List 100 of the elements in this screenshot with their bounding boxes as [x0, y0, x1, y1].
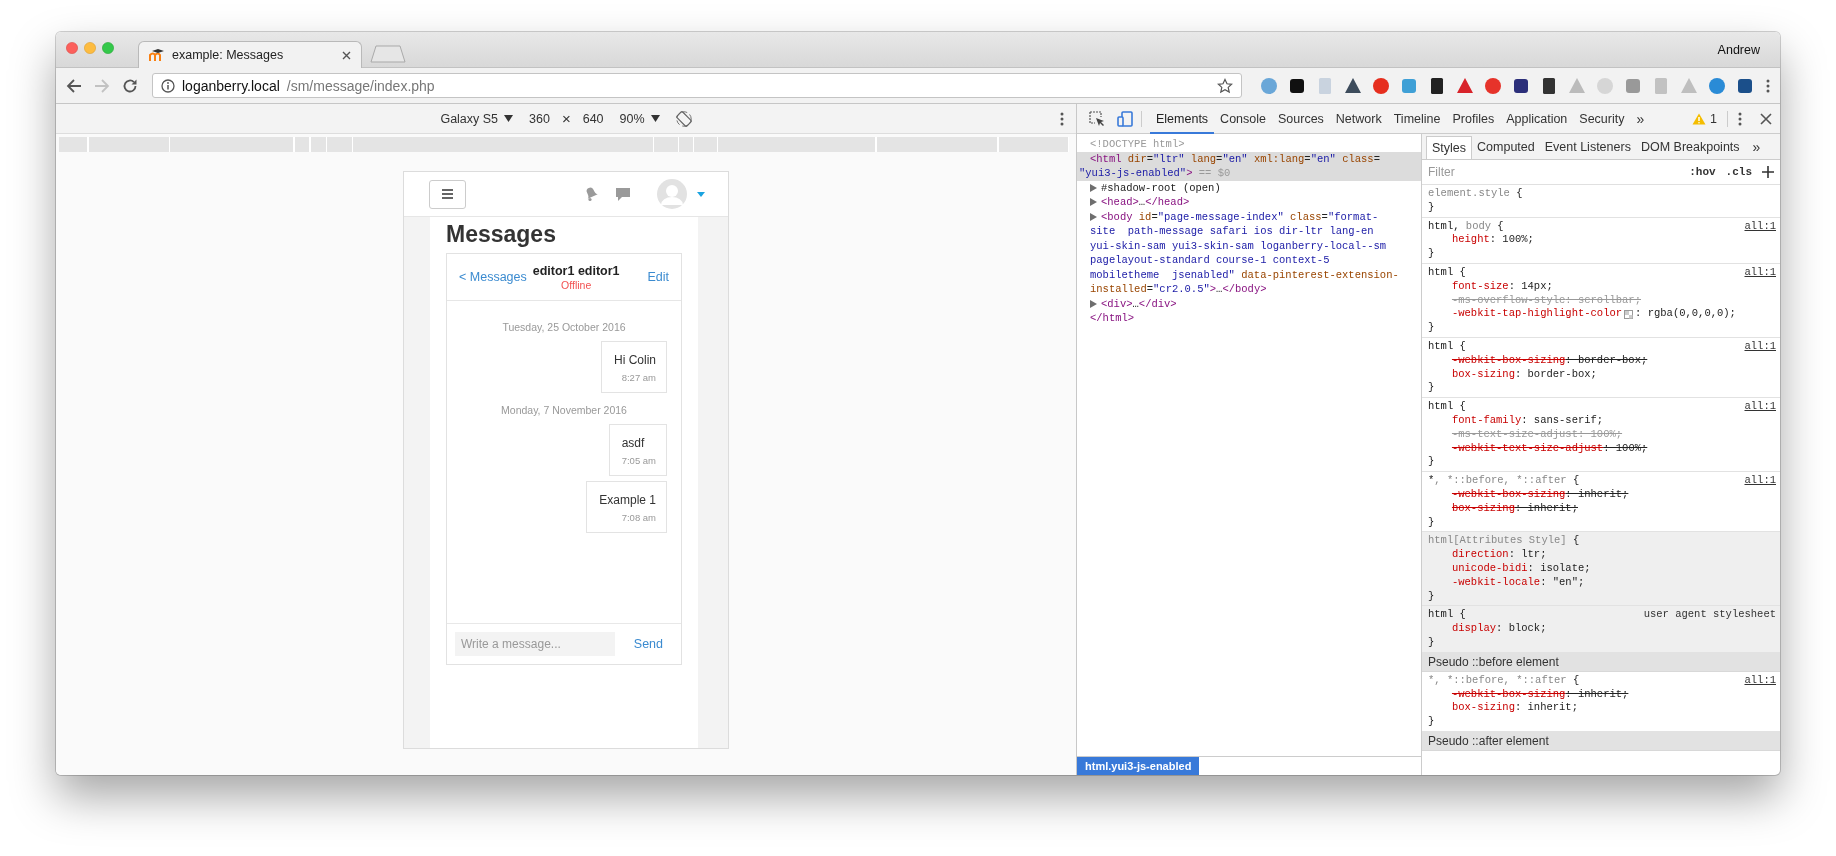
devtools-tab[interactable]: Security [1573, 103, 1631, 134]
css-property[interactable]: height [1451, 233, 1490, 248]
add-icon[interactable] [1762, 166, 1774, 178]
class-toggle[interactable]: .cls [1725, 166, 1752, 178]
color-swatch-icon[interactable] [1624, 309, 1634, 319]
profile-name[interactable]: Andrew [1717, 42, 1760, 57]
css-property[interactable]: font-size [1451, 279, 1509, 294]
caret-icon[interactable] [1090, 212, 1097, 221]
css-value[interactable]: : isolate; [1527, 561, 1591, 576]
css-value[interactable]: : inherit; [1514, 701, 1578, 716]
devtools-tab[interactable]: Profiles [1446, 103, 1501, 134]
rotate-icon[interactable] [675, 110, 692, 127]
css-value[interactable]: : 14px; [1508, 279, 1553, 294]
css-property[interactable]: box-sizing [1451, 501, 1515, 516]
devtools-tab[interactable]: Network [1329, 103, 1388, 134]
chat-icon[interactable] [615, 186, 631, 202]
close-window-icon[interactable] [66, 41, 78, 54]
css-property[interactable]: -webkit-box-sizing [1451, 353, 1566, 368]
back-arrow-icon[interactable] [66, 77, 82, 94]
styles-tab[interactable]: Event Listeners [1539, 134, 1636, 159]
devtools-tab[interactable]: Elements [1150, 103, 1215, 134]
dom-node[interactable]: </html> [1077, 311, 1421, 326]
css-value[interactable]: : border-box; [1565, 353, 1648, 368]
send-button[interactable]: Send [633, 637, 663, 651]
source-link[interactable]: all:1 [1744, 339, 1776, 354]
extension-icon[interactable] [1428, 76, 1446, 95]
devtools-tab[interactable]: Sources [1272, 103, 1330, 134]
css-property[interactable]: box-sizing [1451, 367, 1515, 382]
inspect-icon[interactable] [1089, 110, 1105, 127]
info-icon[interactable] [161, 78, 175, 93]
css-value[interactable]: : ltr; [1508, 548, 1547, 562]
css-selector: html { [1428, 400, 1466, 414]
caret-icon[interactable] [1090, 299, 1097, 308]
device-dropdown[interactable]: Galaxy S5 [440, 111, 514, 126]
dom-node[interactable]: <html dir="ltr" lang="en" xml:lang="en" class= "yui3-js-enabled"> == $0 [1077, 151, 1421, 181]
styles-tab[interactable]: DOM Breakpoints [1635, 134, 1745, 159]
menu-icon[interactable] [1060, 111, 1064, 126]
more-tabs-button[interactable]: » [1752, 134, 1761, 159]
caret-icon[interactable] [1090, 183, 1097, 192]
address-bar[interactable]: loganberry.local /sm/message/index.php [152, 73, 1242, 98]
css-value[interactable]: : rgba(0,0,0,0); [1635, 307, 1736, 322]
css-property[interactable]: -webkit-text-size-adjust [1451, 441, 1604, 456]
css-value[interactable]: : "en"; [1540, 575, 1585, 590]
extension-icon[interactable] [1512, 76, 1530, 95]
source-link[interactable]: all:1 [1744, 474, 1776, 488]
css-property[interactable]: font-family [1451, 413, 1522, 428]
close-icon[interactable] [1760, 112, 1772, 125]
back-link[interactable]: < Messages [459, 270, 527, 284]
source-link[interactable]: all:1 [1744, 219, 1776, 234]
menu-button[interactable] [429, 179, 466, 209]
browser-tab[interactable]: example: Messages [138, 41, 362, 68]
css-value[interactable]: : 100%; [1489, 233, 1534, 248]
menu-icon[interactable] [1766, 78, 1770, 93]
reload-icon[interactable] [122, 77, 138, 94]
extension-icon[interactable] [1344, 76, 1362, 95]
css-value[interactable]: : inherit; [1565, 687, 1629, 702]
message-input[interactable]: Write a message... [455, 632, 615, 656]
styles-tab[interactable]: Computed [1472, 134, 1540, 159]
height-field[interactable]: 640 [582, 111, 604, 126]
dom-node[interactable]: <div>…</div> [1077, 296, 1421, 311]
width-field[interactable]: 360 [529, 111, 550, 126]
css-value[interactable]: : 100%; [1603, 441, 1648, 456]
more-tabs-button[interactable]: » [1636, 110, 1645, 127]
css-property[interactable]: -webkit-locale [1451, 575, 1541, 590]
devtools-tab[interactable]: Timeline [1387, 103, 1447, 134]
caret-icon[interactable] [697, 191, 705, 197]
css-property[interactable]: -webkit-tap-highlight-color [1451, 307, 1623, 322]
css-value[interactable]: : sans-serif; [1521, 413, 1604, 428]
css-property[interactable]: direction [1451, 548, 1509, 562]
extension-icon[interactable] [1288, 76, 1306, 95]
close-icon[interactable] [342, 50, 351, 60]
css-property[interactable]: display [1451, 622, 1497, 636]
edit-link[interactable]: Edit [647, 270, 669, 284]
zoom-dropdown[interactable]: 90% [619, 111, 660, 126]
source-link[interactable]: all:1 [1744, 400, 1776, 414]
extension-icon[interactable] [1736, 76, 1754, 95]
menu-icon[interactable] [1738, 111, 1742, 126]
breadcrumb-item[interactable]: html.yui3-js-enabled [1077, 757, 1200, 775]
warning-count[interactable]: 1 [1710, 111, 1717, 126]
css-value[interactable]: : inherit; [1565, 487, 1629, 502]
source-link[interactable]: all:1 [1744, 266, 1776, 280]
css-value[interactable]: : inherit; [1514, 501, 1578, 516]
devtools-tab[interactable]: Console [1214, 103, 1272, 134]
css-value[interactable]: : block; [1496, 622, 1547, 636]
hover-state-toggle[interactable]: :hov [1689, 166, 1716, 178]
devtools-tab[interactable]: Application [1500, 103, 1574, 134]
extension-icon[interactable] [1540, 76, 1558, 95]
dom-node[interactable]: #shadow-root (open) [1077, 180, 1421, 195]
source-link[interactable]: all:1 [1744, 673, 1776, 688]
css-property[interactable]: -webkit-box-sizing [1451, 487, 1566, 502]
dom-node[interactable]: <body id="page-message-index" class="format- site path-message safari ios dir-ltr lang-en yui-skin-sam yui3-skin-sam loganberry-local--sm pagelayout-standard course-1 context-5 mobiletheme jsenabled" data-pinterest-extension- installed="cr2.0.5">…</body> [1077, 209, 1421, 297]
css-property[interactable]: box-sizing [1451, 701, 1515, 716]
dom-node[interactable]: <head>…</head> [1077, 195, 1421, 210]
star-icon[interactable] [1217, 77, 1233, 94]
css-property[interactable]: -webkit-box-sizing [1451, 687, 1566, 702]
css-value[interactable]: : border-box; [1514, 367, 1597, 382]
styles-tab[interactable]: Styles [1426, 136, 1473, 159]
device-mode-icon[interactable] [1117, 110, 1133, 127]
css-property[interactable]: unicode-bidi [1451, 561, 1528, 576]
caret-icon[interactable] [1090, 198, 1097, 207]
